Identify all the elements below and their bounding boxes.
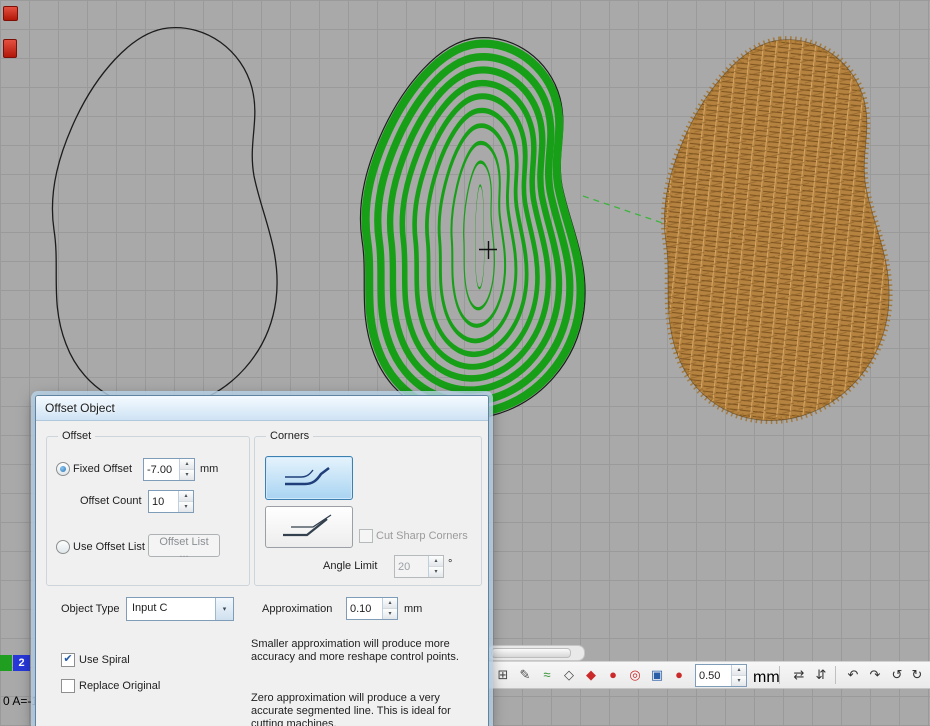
offset-list-button[interactable]: Offset List ... [148, 534, 220, 557]
rotate-left-icon[interactable]: ↺ [887, 662, 907, 688]
rounded-corner-button[interactable] [265, 456, 353, 500]
function-icon[interactable]: ◎ [625, 662, 645, 688]
object-type-value: Input C [127, 598, 215, 620]
fixed-offset-radio[interactable] [56, 462, 70, 476]
approximation-unit: mm [404, 603, 422, 615]
offset-group-label: Offset [58, 430, 95, 442]
rounded-corner-icon [277, 464, 341, 492]
cut-sharp-corners-label: Cut Sharp Corners [376, 530, 468, 542]
spin-up-button[interactable]: ▴ [383, 598, 397, 609]
stitch-length-input[interactable] [696, 665, 731, 686]
exit-point-icon[interactable]: ● [669, 662, 689, 688]
spin-down-icon: ▾ [388, 611, 391, 617]
toolbar-separator [779, 666, 780, 684]
approximation-spinner: ▴ ▾ [346, 597, 398, 620]
approximation-label: Approximation [262, 603, 332, 615]
dialog-title[interactable]: Offset Object [36, 396, 488, 421]
spin-down-button[interactable]: ▾ [180, 470, 194, 480]
corners-group-label: Corners [266, 430, 313, 442]
rotate-cw-icon[interactable]: ↷ [865, 662, 885, 688]
red-tool-icon-1[interactable] [3, 6, 18, 21]
use-spiral-label: Use Spiral [79, 654, 130, 666]
spin-down-icon: ▾ [185, 472, 188, 478]
offset-count-label: Offset Count [80, 495, 142, 507]
angle-limit-spinner: ▴ ▾ [394, 555, 444, 578]
replace-original-label: Replace Original [79, 680, 160, 692]
snap-grid-icon[interactable]: ⊞ [493, 662, 513, 688]
cut-sharp-corners-checkbox[interactable] [359, 529, 373, 543]
spin-down-button[interactable]: ▾ [383, 609, 397, 619]
stitch-length-unit: mm [753, 669, 780, 687]
stitch-length-spinner: ▴ ▾ [695, 664, 747, 687]
offset-count-spinner: ▴ ▾ [148, 490, 194, 513]
red-tool-icon-2[interactable] [3, 39, 17, 58]
h-scrollbar[interactable] [487, 645, 585, 661]
dropdown-arrow-icon[interactable]: ▾ [215, 598, 233, 620]
rotate-ccw-icon[interactable]: ↶ [843, 662, 863, 688]
note-smaller-approximation: Smaller approximation will produce more … [251, 638, 481, 664]
fixed-offset-spinner: ▴ ▾ [143, 458, 195, 481]
fixed-offset-input[interactable] [144, 459, 179, 480]
offset-object-dialog: Offset Object Offset Fixed Offset ▴ ▾ mm… [35, 395, 489, 726]
angle-limit-input[interactable] [395, 556, 428, 577]
spin-up-button[interactable]: ▴ [429, 556, 443, 567]
fixed-offset-label: Fixed Offset [73, 463, 132, 475]
angle-limit-label: Angle Limit [323, 560, 377, 572]
object-type-label: Object Type [61, 603, 120, 615]
note-zero-approximation: Zero approximation will produce a very a… [251, 692, 481, 726]
offset-count-input[interactable] [149, 491, 178, 512]
spin-down-icon: ▾ [434, 569, 437, 575]
toolbar-separator [835, 666, 836, 684]
bottom-toolbar: ⊞ ✎ ≈ ◇ ◆ ● ◎ ▣ ● ▴ ▾ mm ⇄ ⇵ ↶ ↷ ↺ ↻ [487, 661, 930, 689]
approximation-input[interactable] [347, 598, 382, 619]
spin-up-button[interactable]: ▴ [179, 491, 193, 502]
color-badge-green[interactable] [0, 655, 12, 671]
smooth-curve-icon[interactable]: ≈ [537, 662, 557, 688]
node-icon[interactable]: ◇ [559, 662, 579, 688]
application-canvas[interactable]: 2 0 A=-14 ⊞ ✎ ≈ ◇ ◆ ● ◎ ▣ ● ▴ ▾ mm ⇄ ⇵ ↶… [0, 0, 930, 726]
use-offset-list-radio[interactable] [56, 540, 70, 554]
fixed-offset-unit: mm [200, 463, 218, 475]
rotate-right-icon[interactable]: ↻ [907, 662, 927, 688]
replace-original-checkbox[interactable] [61, 679, 75, 693]
reshape-icon[interactable]: ✎ [515, 662, 535, 688]
angle-limit-unit: ° [448, 558, 452, 570]
marker-diamond-icon[interactable]: ◆ [581, 662, 601, 688]
sharp-corner-button[interactable] [265, 506, 353, 548]
spin-down-icon: ▾ [184, 504, 187, 510]
h-scrollbar-thumb[interactable] [491, 648, 571, 658]
offset-result-shape[interactable] [360, 38, 585, 419]
check-icon: ✔ [62, 654, 74, 665]
sharp-corner-icon [277, 513, 341, 541]
spin-up-button[interactable]: ▴ [180, 459, 194, 470]
use-offset-list-label: Use Offset List [73, 541, 145, 553]
color-badge-current[interactable]: 2 [13, 655, 30, 671]
spin-up-icon: ▴ [184, 493, 187, 499]
select-box-icon[interactable]: ▣ [647, 662, 667, 688]
stitched-shape[interactable] [664, 40, 889, 421]
spin-up-icon: ▴ [388, 600, 391, 606]
use-spiral-checkbox[interactable]: ✔ [61, 653, 75, 667]
outline-shape[interactable] [52, 28, 277, 409]
spin-up-icon: ▴ [737, 667, 740, 673]
spin-down-button[interactable]: ▾ [429, 567, 443, 577]
mirror-horizontal-icon[interactable]: ⇄ [789, 662, 809, 688]
entry-point-icon[interactable]: ● [603, 662, 623, 688]
spin-up-icon: ▴ [185, 461, 188, 467]
spin-down-button[interactable]: ▾ [179, 502, 193, 512]
spin-down-icon: ▾ [737, 678, 740, 684]
spin-down-button[interactable]: ▾ [732, 676, 746, 686]
mirror-vertical-icon[interactable]: ⇵ [811, 662, 831, 688]
spin-up-button[interactable]: ▴ [732, 665, 746, 676]
object-type-dropdown[interactable]: Input C ▾ [126, 597, 234, 621]
spin-up-icon: ▴ [434, 558, 437, 564]
